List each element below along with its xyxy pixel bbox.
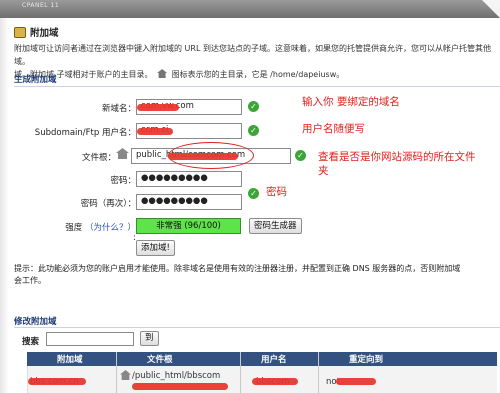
new-domain-label: 新域名： bbox=[101, 104, 136, 114]
description-line-2b: 图标表示您的主目录，它是 /home/dapeiusw。 bbox=[171, 70, 345, 79]
redaction-mark bbox=[137, 128, 173, 135]
description-line-1: 附加域可让访问者通过在浏览器中键入附加域的 URL 到达您站点的子域。这意味着，… bbox=[14, 44, 491, 66]
add-domain-button[interactable]: 添加域! bbox=[136, 240, 175, 256]
docroot-label: 文件根： bbox=[81, 153, 116, 163]
password-strength-meter: 非常强 (96/100) bbox=[136, 218, 241, 234]
addon-domain-icon bbox=[14, 26, 26, 38]
create-section-title: 生成附加域 bbox=[14, 75, 57, 85]
strength-label-group: 强度 （为什么？） : bbox=[60, 221, 136, 243]
section-divider bbox=[14, 327, 500, 328]
password-again-label: 密码（再次）： bbox=[80, 199, 136, 209]
annotation-password: 密码 bbox=[266, 186, 287, 198]
annotation-docroot-line-1: 查看是否是你网站源码的所在文件 bbox=[318, 151, 476, 163]
valid-check-icon: ✓ bbox=[248, 125, 259, 136]
cpanel-brand: CPANEL 11 bbox=[22, 2, 60, 9]
search-label: 搜索 bbox=[22, 337, 40, 347]
column-divider bbox=[318, 352, 319, 393]
home-icon bbox=[116, 148, 129, 159]
column-header[interactable]: 用户名 bbox=[261, 353, 287, 365]
search-go-button[interactable]: 到 bbox=[140, 331, 159, 346]
strength-label: 强度 bbox=[65, 223, 83, 233]
annotation-docroot: 查看是否是你网站源码的所在文件 夹 bbox=[318, 150, 498, 178]
password-label: 密码： bbox=[110, 176, 136, 186]
column-header[interactable]: 重定向到 bbox=[349, 353, 383, 365]
password-value: ●●●●●●●●● bbox=[141, 173, 208, 183]
cpanel-topbar: CPANEL 11 bbox=[0, 0, 500, 18]
strength-help-link[interactable]: （为什么？） bbox=[85, 223, 136, 233]
description-line-2: 域。附加域 子域相对于账户的主目录。 图标表示您的主目录，它是 /home/da… bbox=[14, 68, 500, 81]
valid-check-icon: ✓ bbox=[248, 101, 259, 112]
redaction-mark bbox=[336, 378, 376, 385]
redaction-mark bbox=[137, 104, 179, 111]
annotation-docroot-line-2: 夹 bbox=[318, 165, 329, 177]
home-icon bbox=[120, 370, 131, 380]
column-divider bbox=[116, 352, 117, 393]
redaction-mark bbox=[132, 383, 228, 390]
column-header[interactable]: 文件根 bbox=[147, 353, 173, 365]
column-header[interactable]: 附加域 bbox=[57, 353, 83, 365]
tip-line-2: 会工作。 bbox=[14, 276, 46, 285]
redaction-mark bbox=[28, 378, 86, 385]
row-docroot[interactable]: /public_html/bbscom bbox=[132, 371, 220, 381]
search-input[interactable] bbox=[46, 332, 134, 346]
add-domain-label: 添加域 bbox=[141, 243, 167, 253]
annotation-username: 用户名随便写 bbox=[302, 123, 365, 135]
valid-check-icon: ✓ bbox=[295, 150, 306, 161]
page-header: 附加域 bbox=[14, 25, 59, 39]
password-generator-button[interactable]: 密码生成器 bbox=[249, 218, 302, 234]
password-again-input[interactable]: ●●●●●●●●● bbox=[136, 194, 242, 210]
add-domain-suffix: ! bbox=[166, 243, 170, 253]
addon-domain-table-header: 附加域 文件根 用户名 重定向到 bbox=[27, 352, 497, 366]
tip-text: 提示：此功能必须为您的账户启用才能使用。除非域名是使用有效的注册器注册，并配置到… bbox=[14, 263, 500, 287]
column-divider bbox=[240, 352, 241, 393]
password-again-value: ●●●●●●●●● bbox=[141, 196, 208, 206]
subdomain-label: Subdomain/Ftp 用户名： bbox=[34, 128, 136, 138]
tip-line-1: 提示：此功能必须为您的账户启用才能使用。除非域名是使用有效的注册器注册，并配置到… bbox=[14, 264, 461, 273]
redaction-mark bbox=[252, 378, 298, 385]
page-fold bbox=[482, 0, 500, 18]
password-input[interactable]: ●●●●●●●●● bbox=[136, 171, 242, 187]
home-icon bbox=[157, 69, 168, 78]
section-divider bbox=[14, 86, 500, 87]
left-margin bbox=[0, 18, 9, 393]
annotation-domain: 输入你 要绑定的域名 bbox=[302, 96, 400, 108]
valid-check-icon: ✓ bbox=[248, 188, 259, 199]
page-description: 附加域可让访问者通过在浏览器中键入附加域的 URL 到达您站点的子域。这意味着，… bbox=[14, 42, 500, 81]
redaction-mark bbox=[168, 153, 238, 160]
modify-section-title: 修改附加域 bbox=[14, 317, 57, 327]
page-title: 附加域 bbox=[30, 28, 59, 39]
